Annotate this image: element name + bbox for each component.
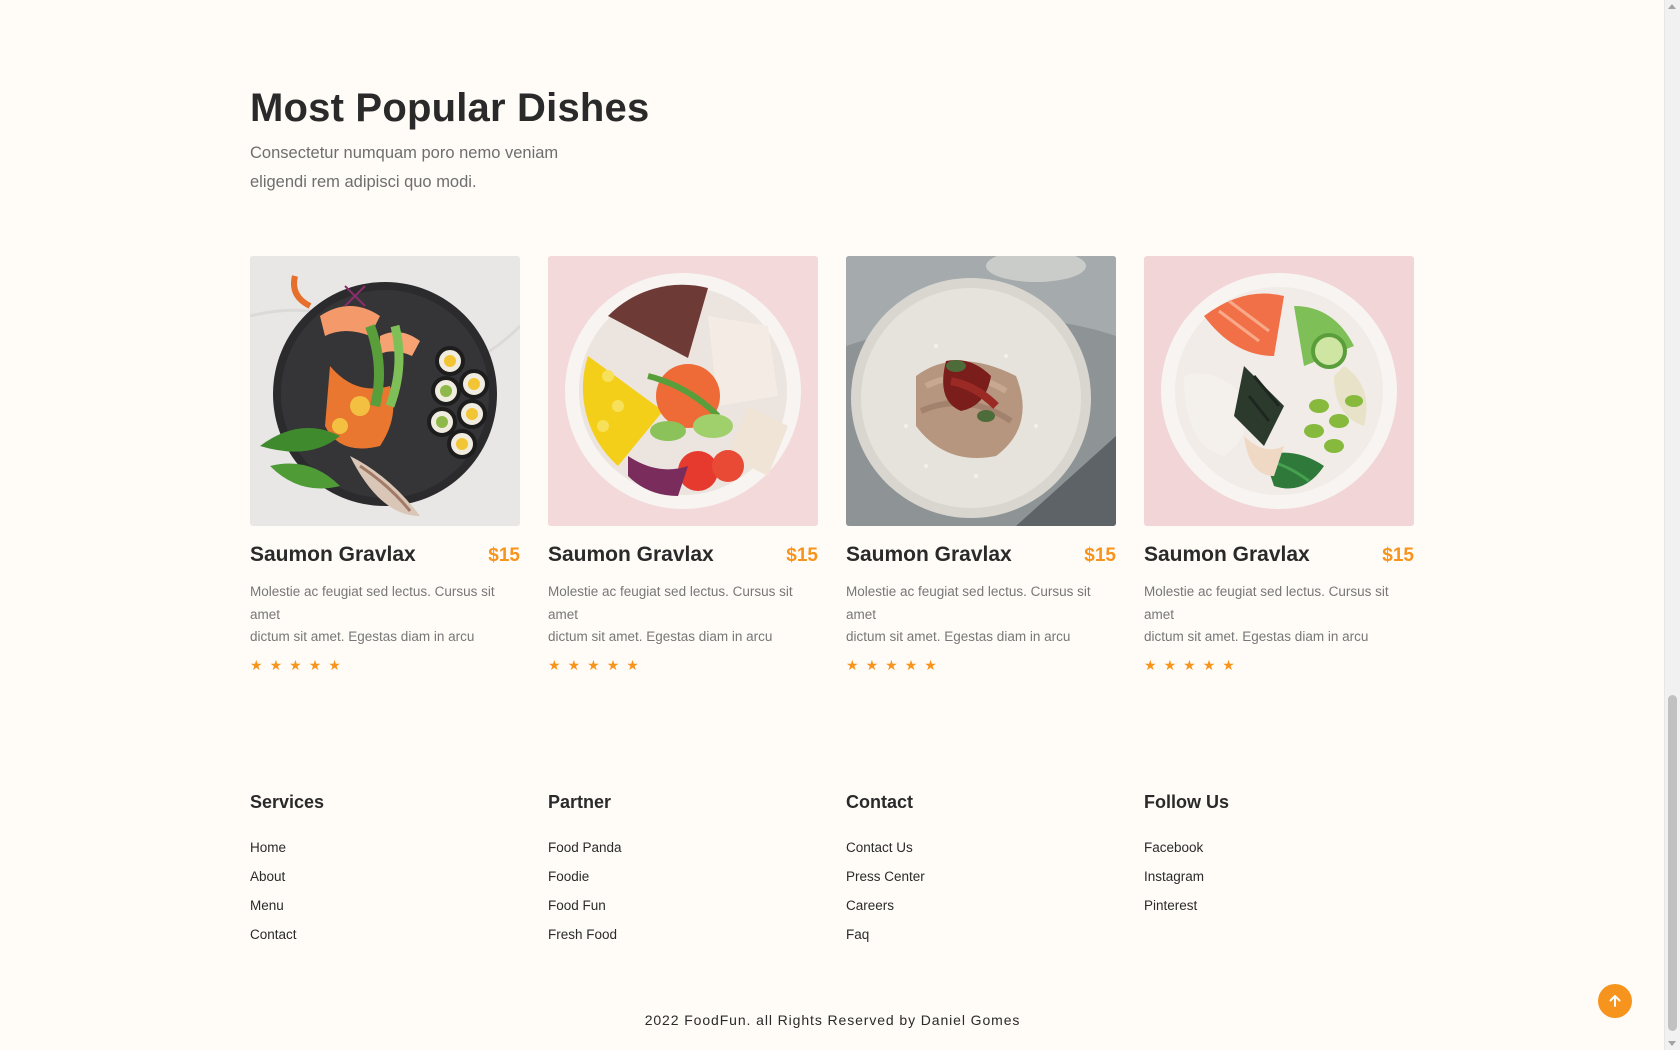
scroll-down-arrow-icon[interactable]	[1668, 1041, 1676, 1046]
star-icon: ★	[548, 656, 561, 673]
dish-description-line: dictum sit amet. Egestas diam in arcu	[250, 629, 475, 644]
star-icon: ★	[904, 656, 918, 673]
dish-description-line: dictum sit amet. Egestas diam in arcu	[846, 629, 1071, 644]
dish-name[interactable]: Saumon Gravlax	[250, 543, 416, 567]
rating-stars: ★ ★ ★ ★ ★	[250, 658, 520, 672]
dish-name[interactable]: Saumon Gravlax	[846, 543, 1012, 567]
dish-description-line: Molestie ac feugiat sed lectus. Cursus s…	[250, 584, 495, 622]
star-icon: ★	[289, 656, 302, 673]
star-icon: ★	[865, 656, 879, 673]
star-icon: ★	[567, 656, 581, 673]
page-scrollbar[interactable]	[1664, 0, 1680, 1050]
star-icon: ★	[1163, 656, 1177, 673]
dish-description: Molestie ac feugiat sed lectus. Cursus s…	[846, 581, 1108, 649]
footer-link-home[interactable]: Home	[250, 833, 520, 862]
star-icon: ★	[1183, 656, 1196, 673]
arrow-up-icon	[1609, 995, 1621, 1007]
dish-price: $15	[1084, 545, 1116, 566]
star-icon: ★	[269, 656, 283, 673]
dish-price: $15	[1382, 545, 1414, 566]
footer-link-contact[interactable]: Contact	[250, 920, 520, 949]
section-title: Most Popular Dishes	[250, 86, 650, 130]
star-icon: ★	[308, 656, 322, 673]
rating-stars: ★ ★ ★ ★ ★	[1144, 658, 1414, 672]
dish-description-line: dictum sit amet. Egestas diam in arcu	[1144, 629, 1369, 644]
back-to-top-button[interactable]	[1598, 984, 1632, 1018]
rating-stars: ★ ★ ★ ★ ★	[846, 658, 1116, 672]
footer-heading: Partner	[548, 792, 612, 812]
star-icon: ★	[626, 656, 639, 673]
dish-image-rice-bowl[interactable]	[548, 256, 818, 526]
footer-link-about[interactable]: About	[250, 862, 520, 891]
star-icon: ★	[846, 656, 859, 673]
dish-image-sushi-plate[interactable]	[250, 256, 520, 526]
dish-list: Saumon Gravlax $15 Molestie ac feugiat s…	[250, 256, 1415, 672]
star-icon: ★	[328, 656, 341, 673]
dish-card[interactable]: Saumon Gravlax $15 Molestie ac feugiat s…	[1144, 256, 1414, 672]
dish-description: Molestie ac feugiat sed lectus. Cursus s…	[250, 581, 512, 649]
dish-name[interactable]: Saumon Gravlax	[548, 543, 714, 567]
dish-description-line: dictum sit amet. Egestas diam in arcu	[548, 629, 773, 644]
star-icon: ★	[606, 656, 620, 673]
copyright-text: 2022 FoodFun. all Rights Reserved by Dan…	[644, 1012, 1021, 1028]
footer-link-instagram[interactable]: Instagram	[1144, 862, 1414, 891]
footer-link-careers[interactable]: Careers	[846, 891, 1116, 920]
dish-card[interactable]: Saumon Gravlax $15 Molestie ac feugiat s…	[846, 256, 1116, 672]
footer-link-contact-us[interactable]: Contact Us	[846, 833, 1116, 862]
footer-link-faq[interactable]: Faq	[846, 920, 1116, 949]
star-icon: ★	[587, 656, 600, 673]
dish-card[interactable]: Saumon Gravlax $15 Molestie ac feugiat s…	[250, 256, 520, 672]
rating-stars: ★ ★ ★ ★ ★	[548, 658, 818, 672]
dish-price: $15	[488, 545, 520, 566]
footer-link-facebook[interactable]: Facebook	[1144, 833, 1414, 862]
dish-image-poke-bowl[interactable]	[1144, 256, 1414, 526]
star-icon: ★	[1144, 656, 1157, 673]
star-icon: ★	[250, 656, 263, 673]
dish-card[interactable]: Saumon Gravlax $15 Molestie ac feugiat s…	[548, 256, 818, 672]
dish-description-line: Molestie ac feugiat sed lectus. Cursus s…	[846, 584, 1091, 622]
scrollbar-thumb[interactable]	[1668, 695, 1677, 1031]
star-icon: ★	[885, 656, 898, 673]
star-icon: ★	[1202, 656, 1216, 673]
dish-description-line: Molestie ac feugiat sed lectus. Cursus s…	[1144, 584, 1389, 622]
footer-column-follow-us: Follow Us Facebook Instagram Pinterest	[1144, 792, 1414, 949]
footer-link-food-panda[interactable]: Food Panda	[548, 833, 818, 862]
dish-name[interactable]: Saumon Gravlax	[1144, 543, 1310, 567]
footer-link-press-center[interactable]: Press Center	[846, 862, 1116, 891]
section-subtitle: Consectetur numquam poro nemo veniam eli…	[250, 144, 559, 191]
scroll-up-arrow-icon[interactable]	[1668, 4, 1676, 9]
footer-column-partner: Partner Food Panda Foodie Food Fun Fresh…	[548, 792, 818, 949]
footer-link-food-fun[interactable]: Food Fun	[548, 891, 818, 920]
star-icon: ★	[1222, 656, 1235, 673]
dish-price: $15	[786, 545, 818, 566]
dish-description-line: Molestie ac feugiat sed lectus. Cursus s…	[548, 584, 793, 622]
footer-heading: Follow Us	[1144, 792, 1229, 812]
star-icon: ★	[924, 656, 937, 673]
footer-column-services: Services Home About Menu Contact	[250, 792, 520, 949]
footer-links: Services Home About Menu Contact Partner…	[250, 792, 1415, 949]
footer-link-menu[interactable]: Menu	[250, 891, 520, 920]
footer-heading: Contact	[846, 792, 913, 812]
footer-link-pinterest[interactable]: Pinterest	[1144, 891, 1414, 920]
dish-description: Molestie ac feugiat sed lectus. Cursus s…	[1144, 581, 1406, 649]
footer-link-foodie[interactable]: Foodie	[548, 862, 818, 891]
dish-description: Molestie ac feugiat sed lectus. Cursus s…	[548, 581, 810, 649]
footer-column-contact: Contact Contact Us Press Center Careers …	[846, 792, 1116, 949]
footer-heading: Services	[250, 792, 325, 812]
dish-image-pasta-plate[interactable]	[846, 256, 1116, 526]
footer-link-fresh-food[interactable]: Fresh Food	[548, 920, 818, 949]
